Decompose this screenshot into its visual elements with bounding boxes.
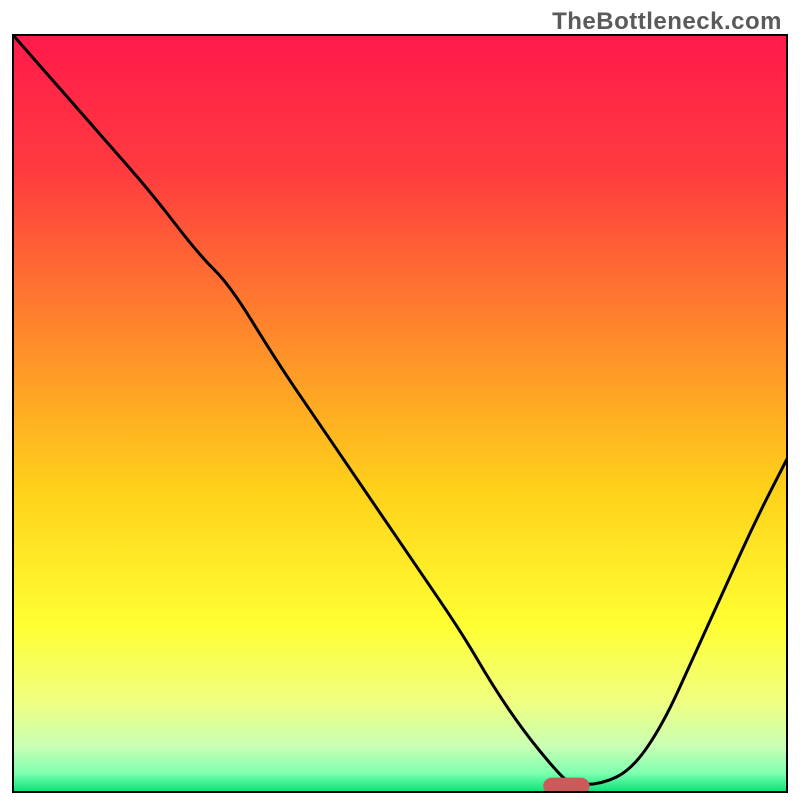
- gradient-background: [13, 35, 787, 792]
- watermark-label: TheBottleneck.com: [552, 8, 782, 36]
- chart-container: TheBottleneck.com: [0, 0, 800, 800]
- bottleneck-chart: [0, 0, 800, 800]
